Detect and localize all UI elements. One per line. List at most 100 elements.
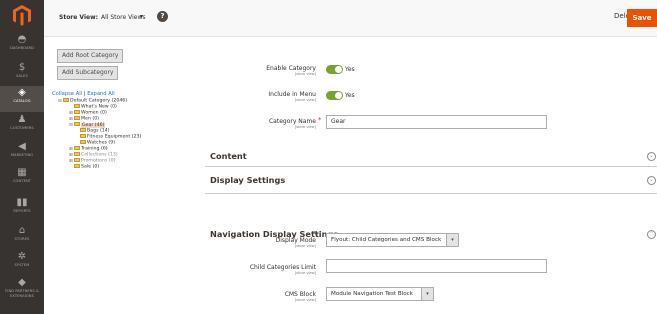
add-root-category-button[interactable]: Add Root Category	[57, 49, 124, 63]
field-label: Display Mode	[275, 237, 316, 244]
enable-category-value: Yes	[345, 66, 355, 73]
tree-node-label: Default Category (2046)	[70, 98, 128, 104]
caret-down-icon[interactable]: ▾	[446, 234, 458, 246]
include-in-menu-value: Yes	[345, 92, 355, 99]
folder-icon	[80, 128, 86, 132]
nav-label: FIND PARTNERS & EXTENSIONS	[5, 289, 39, 298]
tree-node-label: Sale (0)	[81, 164, 100, 170]
child-categories-limit-label: Child Categories Limit [store view]	[196, 264, 316, 276]
nav-label: CUSTOMERS	[10, 126, 34, 130]
cube-icon: ◆	[18, 277, 26, 288]
nav-stores[interactable]: ⌂ STORES	[0, 224, 44, 250]
nav-label: CATALOG	[13, 99, 31, 103]
collapse-all-link[interactable]: Collapse All	[52, 91, 82, 97]
tree-controls: Collapse All | Expand All	[52, 91, 115, 97]
store-view-switcher[interactable]: All Store Views	[101, 14, 145, 21]
nav-system[interactable]: ✲ SYSTEM	[0, 250, 44, 276]
nav-sales[interactable]: $ SALES	[0, 61, 44, 87]
folder-icon	[74, 164, 80, 168]
folder-icon	[74, 158, 80, 162]
folder-icon	[74, 110, 80, 114]
section-divider	[205, 166, 657, 167]
nav-catalog[interactable]: ◈ CATALOG	[0, 86, 44, 112]
box-icon: ◈	[18, 87, 26, 98]
admin-sidebar: ◓ DASHBOARD $ SALES ◈ CATALOG ♟ CUSTOMER…	[0, 0, 44, 314]
tree-node-label: Bags (14)	[87, 128, 110, 134]
dollar-icon: $	[18, 62, 26, 73]
bar-chart-icon: ▮▮	[16, 197, 28, 208]
required-asterisk: *	[318, 116, 322, 124]
nav-marketing[interactable]: ◀ MARKETING	[0, 140, 44, 166]
enable-category-toggle[interactable]	[326, 65, 343, 74]
display-mode-value: Flyout: Child Categories and CMS Block	[331, 237, 442, 243]
toggle-knob	[335, 92, 342, 99]
page-actions-bar: Store View: All Store Views ▾ ? Delete S…	[44, 0, 657, 37]
nav-content[interactable]: ▦ CONTENT	[0, 166, 44, 192]
store-icon: ⌂	[18, 225, 26, 236]
display-mode-label: Display Mode [store view]	[196, 237, 316, 249]
cms-block-select[interactable]: Module Navigation Test Block ▾	[326, 287, 434, 301]
tree-controls-separator: |	[83, 91, 86, 97]
nav-label: CONTENT	[12, 179, 32, 183]
tree-node-label: What's New (0)	[81, 104, 117, 110]
cms-block-label: CMS Block [store view]	[196, 291, 316, 303]
nav-reports[interactable]: ▮▮ REPORTS	[0, 196, 44, 222]
child-categories-limit-input[interactable]	[326, 259, 547, 273]
save-button[interactable]: Save	[627, 9, 657, 27]
folder-icon	[63, 98, 69, 102]
speedometer-icon: ◓	[17, 34, 27, 45]
folder-icon	[80, 140, 86, 144]
gear-icon: ✲	[17, 251, 27, 262]
display-settings-section-title[interactable]: Display Settings	[210, 175, 285, 185]
toggle-knob	[335, 66, 342, 73]
tree-node-label: Watches (9)	[87, 140, 116, 146]
tree-node-label: Training (6)	[81, 146, 108, 152]
content-section-title[interactable]: Content	[210, 151, 247, 161]
nav-label: REPORTS	[13, 209, 31, 213]
folder-icon	[80, 134, 86, 138]
caret-down-icon[interactable]: ▾	[140, 13, 143, 20]
add-subcategory-button[interactable]: Add Subcategory	[57, 66, 119, 80]
field-label: Child Categories Limit	[249, 264, 316, 271]
tree-node-label: Men (0)	[81, 116, 100, 122]
layout-icon: ▦	[17, 167, 27, 178]
section-divider	[205, 193, 657, 194]
tree-node-label: Gear (46)	[81, 122, 106, 128]
nav-label: STORES	[14, 237, 30, 241]
tree-node-label: Collections (13)	[81, 152, 118, 158]
nav-dashboard[interactable]: ◓ DASHBOARD	[0, 33, 44, 59]
folder-icon	[74, 116, 80, 120]
nav-find-partners[interactable]: ◆ FIND PARTNERS & EXTENSIONS	[0, 276, 44, 310]
nav-label: SALES	[16, 74, 28, 78]
tree-node[interactable]: Sale (0)	[69, 164, 99, 171]
field-scope: [store view]	[294, 72, 316, 76]
field-scope: [store view]	[294, 125, 316, 129]
nav-label: DASHBOARD	[10, 46, 34, 50]
include-in-menu-label: Include in Menu [store view]	[196, 91, 316, 103]
caret-down-icon[interactable]: ▾	[421, 288, 433, 300]
nav-label: MARKETING	[10, 153, 34, 157]
expand-circle-icon[interactable]: ⌄	[647, 176, 656, 185]
tree-node-label: Women (0)	[81, 110, 107, 116]
store-view-label: Store View:	[59, 14, 99, 21]
help-icon[interactable]: ?	[157, 11, 168, 22]
field-scope: [store view]	[294, 271, 316, 275]
nav-customers[interactable]: ♟ CUSTOMERS	[0, 113, 44, 139]
tree-node-label: Fitness Equipment (23)	[87, 134, 142, 140]
field-scope: [store view]	[294, 298, 316, 302]
field-scope: [store view]	[294, 98, 316, 102]
enable-category-label: Enable Category [store view]	[196, 65, 316, 77]
expand-circle-icon[interactable]: ⌄	[647, 152, 656, 161]
display-mode-select[interactable]: Flyout: Child Categories and CMS Block ▾	[326, 233, 459, 247]
include-in-menu-toggle[interactable]	[326, 91, 343, 100]
folder-icon	[74, 146, 80, 150]
folder-icon	[74, 122, 80, 126]
megaphone-icon: ◀	[18, 141, 26, 152]
cms-block-value: Module Navigation Test Block	[331, 291, 413, 297]
collapse-circle-icon[interactable]: ⌃	[647, 230, 656, 239]
category-name-input[interactable]: Gear	[326, 115, 547, 129]
magento-logo-icon[interactable]	[13, 5, 31, 26]
field-label: CMS Block	[284, 291, 316, 298]
field-scope: [store view]	[294, 244, 316, 248]
expand-all-link[interactable]: Expand All	[87, 91, 114, 97]
